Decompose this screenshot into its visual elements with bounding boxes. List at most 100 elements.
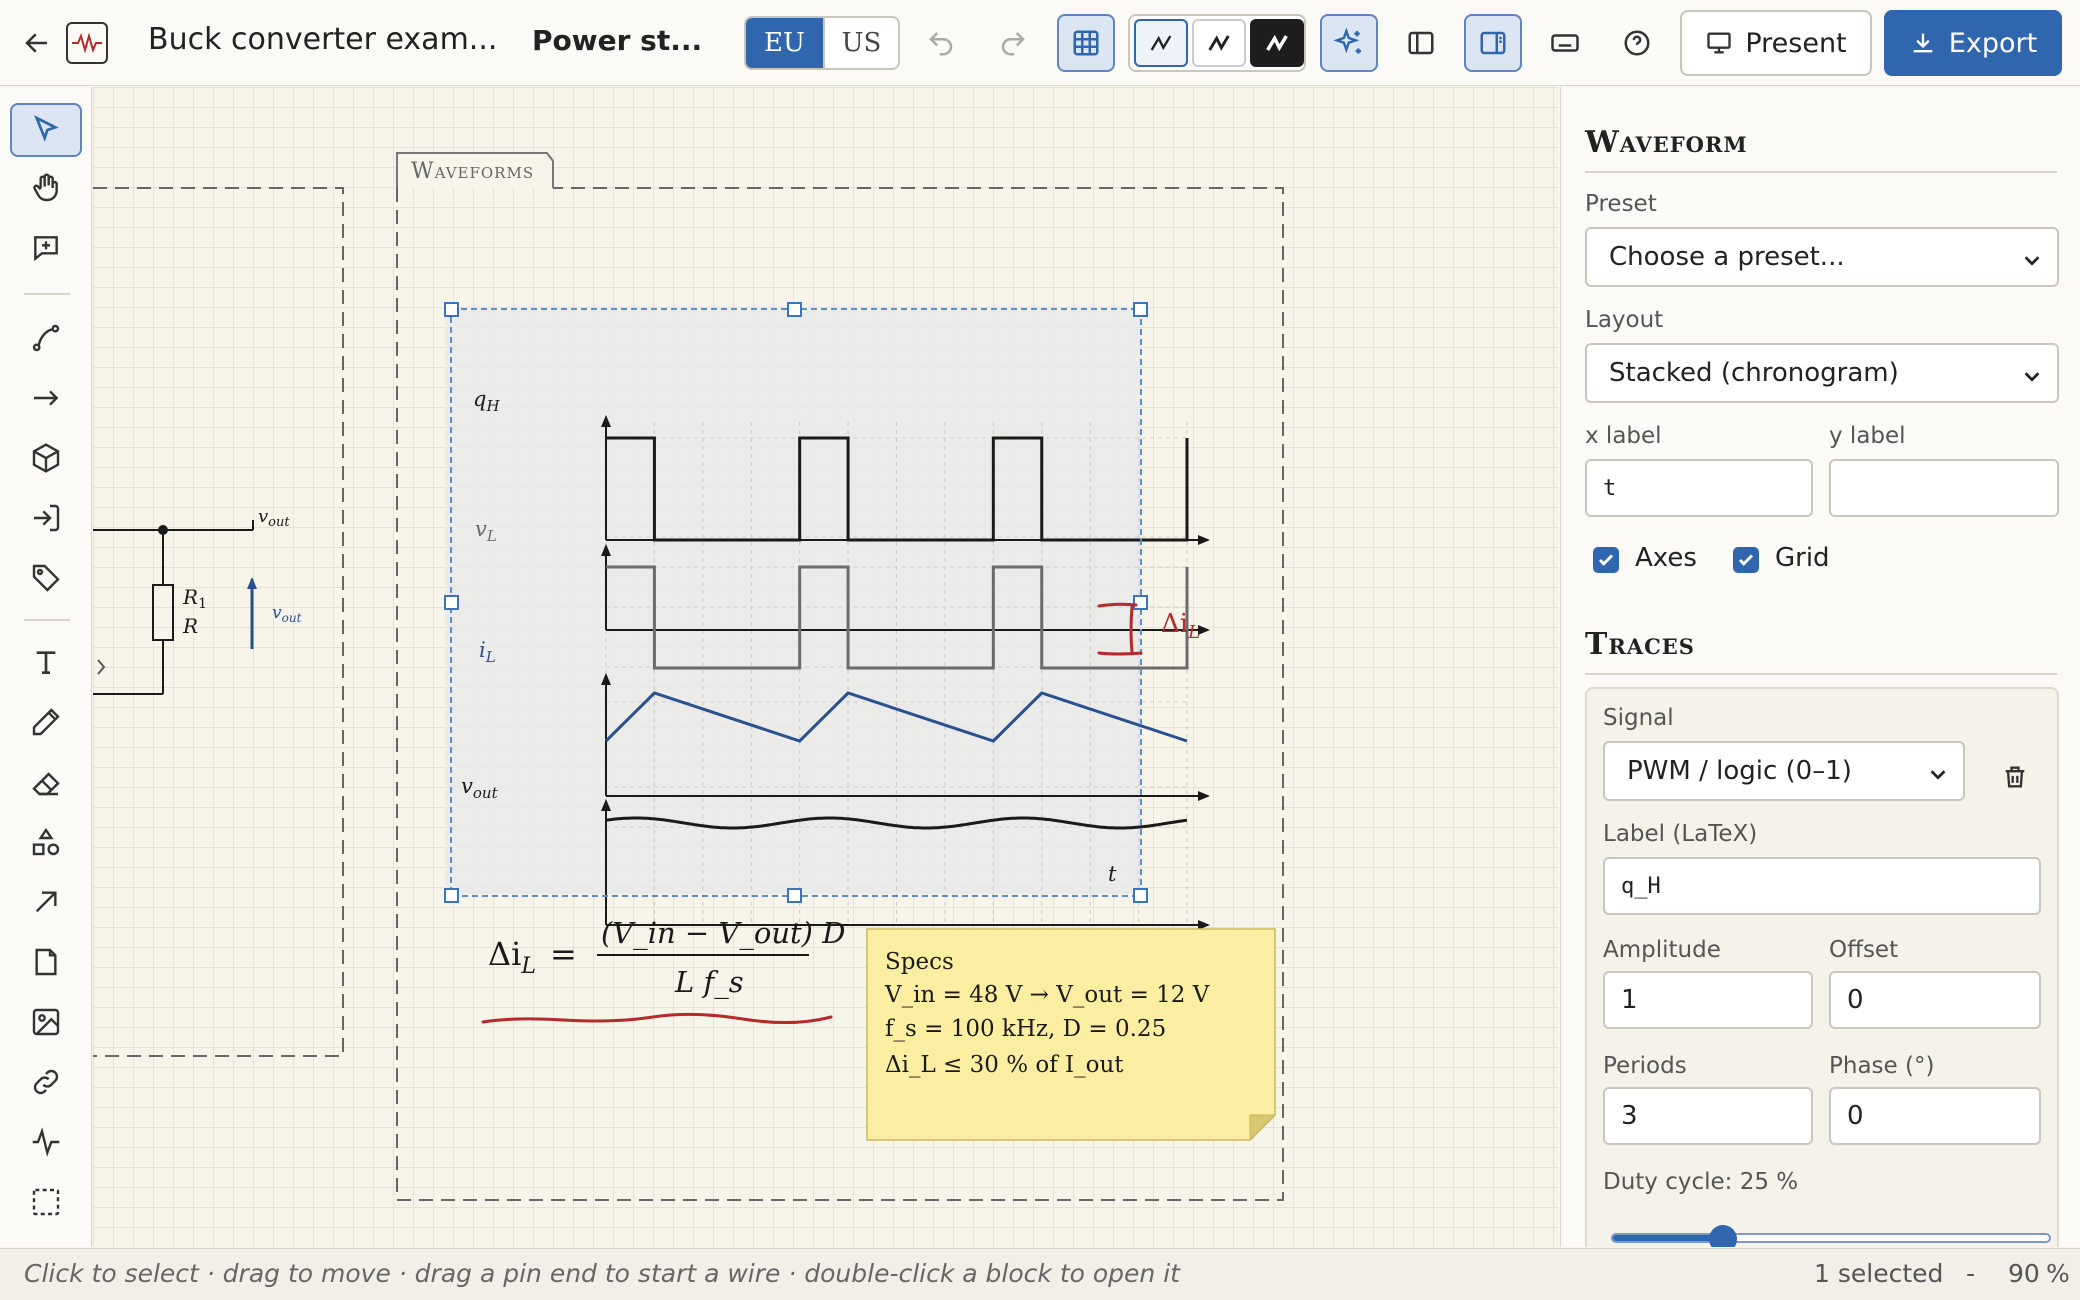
block-tool[interactable] <box>10 431 82 485</box>
resistor-symbol[interactable] <box>152 584 174 641</box>
zigzag-thin-icon <box>1150 35 1172 51</box>
zoom-out-button[interactable]: - <box>1966 1259 1975 1288</box>
right-panel-toggle-button[interactable] <box>1464 14 1522 72</box>
sidebar-left-icon <box>1408 31 1434 55</box>
app-logo <box>66 22 108 64</box>
wire-style-thin-button[interactable] <box>1134 19 1188 67</box>
resistor-label-2: R <box>182 614 198 638</box>
y-label-input[interactable] <box>1829 459 2059 517</box>
cursor-arrow-icon <box>34 115 59 142</box>
zoom-level[interactable]: 90 <box>2008 1259 2040 1288</box>
comment-tool[interactable] <box>10 221 82 275</box>
eraser-tool[interactable] <box>10 755 82 809</box>
redo-button[interactable] <box>986 16 1040 70</box>
resize-handle-e[interactable] <box>1133 595 1148 610</box>
expand-chevron-icon[interactable] <box>97 659 106 675</box>
circuit-frame[interactable] <box>93 187 344 1057</box>
chevron-down-icon <box>2024 372 2040 382</box>
layout-select[interactable]: Stacked (chronogram) <box>1585 343 2059 403</box>
select-tool[interactable] <box>10 103 82 157</box>
pen-tool[interactable] <box>10 695 82 749</box>
periods-label: Periods <box>1603 1053 1687 1079</box>
sticky-note-line-1: V_in = 48 V → V_out = 12 V <box>884 982 1210 1008</box>
dashed-square-icon <box>32 1188 60 1216</box>
offset-label: Offset <box>1829 937 1899 963</box>
ripple-annotation-label: ΔiL <box>1161 609 1200 643</box>
export-button[interactable]: Export <box>1884 10 2062 76</box>
grid-checkbox[interactable] <box>1733 547 1759 573</box>
left-panel-toggle-button[interactable] <box>1394 16 1448 70</box>
pencil-icon <box>32 708 60 736</box>
traces-section-title: Traces <box>1585 627 1695 662</box>
undo-button[interactable] <box>914 16 968 70</box>
text-tool[interactable] <box>10 635 82 689</box>
ai-assist-button[interactable] <box>1320 14 1378 72</box>
marquee-select-tool[interactable] <box>10 1175 82 1229</box>
x-label-input[interactable]: t <box>1585 459 1813 517</box>
sticky-note[interactable]: Specs V_in = 48 V → V_out = 12 V f_s = 1… <box>866 928 1277 1142</box>
section-divider <box>1585 673 2057 675</box>
shapes-tool[interactable] <box>10 815 82 869</box>
resize-handle-se[interactable] <box>1133 888 1148 903</box>
curve-icon <box>32 324 60 352</box>
present-button[interactable]: Present <box>1680 10 1872 76</box>
undo-icon <box>929 32 953 56</box>
note-tool[interactable] <box>10 935 82 989</box>
wire-tool[interactable] <box>10 311 82 365</box>
page-title[interactable]: Power st... <box>532 24 702 57</box>
periods-input[interactable]: 3 <box>1603 1087 1813 1145</box>
tag-icon <box>32 564 60 592</box>
pan-tool[interactable] <box>10 161 82 215</box>
chronogram-background[interactable] <box>445 309 1141 894</box>
resize-handle-s[interactable] <box>787 888 802 903</box>
preset-select[interactable]: Choose a preset... <box>1585 227 2059 287</box>
duty-cycle-slider[interactable] <box>1611 1225 2051 1247</box>
label-tool[interactable] <box>10 551 82 605</box>
layout-label: Layout <box>1585 307 1664 333</box>
sticky-note-icon <box>35 948 57 976</box>
axes-checkbox[interactable] <box>1593 547 1619 573</box>
offset-input[interactable]: 0 <box>1829 971 2041 1029</box>
duty-cycle-slider-thumb[interactable] <box>1709 1225 1737 1247</box>
ripple-formula[interactable]: ΔiL = (V_in − V_out) D L f_s <box>481 916 845 1025</box>
latex-label-input[interactable]: q_H <box>1603 857 2041 915</box>
delete-trace-button[interactable] <box>1991 753 2039 801</box>
grid-icon <box>1073 30 1099 56</box>
duty-cycle-label: Duty cycle: 25 % <box>1603 1169 1799 1195</box>
waveform-tool[interactable] <box>10 1115 82 1169</box>
line-arrow-tool[interactable] <box>10 875 82 929</box>
selection-count: 1 selected <box>1814 1259 1944 1288</box>
latex-label-label: Label (LaTeX) <box>1603 821 1758 847</box>
resize-handle-nw[interactable] <box>444 302 459 317</box>
zigzag-medium-icon <box>1208 35 1230 51</box>
amplitude-input[interactable]: 1 <box>1603 971 1813 1029</box>
activity-icon <box>32 1127 60 1157</box>
standard-us-option[interactable]: US <box>822 18 898 68</box>
phase-input[interactable]: 0 <box>1829 1087 2041 1145</box>
image-tool[interactable] <box>10 995 82 1049</box>
resize-handle-n[interactable] <box>787 302 802 317</box>
drawing-canvas[interactable]: vout R1 R vout Waveforms qH vL iL vout t <box>93 87 1558 1247</box>
document-title[interactable]: Buck converter exam... <box>148 22 497 57</box>
signal-select[interactable]: PWM / logic (0–1) <box>1603 741 1965 801</box>
port-tool[interactable] <box>10 491 82 545</box>
resize-handle-ne[interactable] <box>1133 302 1148 317</box>
link-tool[interactable] <box>10 1055 82 1109</box>
standard-eu-option[interactable]: EU <box>746 18 823 68</box>
check-icon <box>1598 554 1614 566</box>
export-label: Export <box>1948 27 2038 59</box>
grid-toggle-button[interactable] <box>1057 14 1115 72</box>
trash-icon <box>2005 766 2025 788</box>
resize-handle-w[interactable] <box>444 595 459 610</box>
help-button[interactable] <box>1610 16 1664 70</box>
wire-style-thick-button[interactable] <box>1250 19 1304 67</box>
wire-style-outline-button[interactable] <box>1192 19 1246 67</box>
section-divider <box>1585 171 2057 173</box>
back-button[interactable] <box>14 20 60 66</box>
arrow-connector-tool[interactable] <box>10 371 82 425</box>
sticky-note-line-3: Δi_L ≤ 30 % of I_out <box>885 1052 1124 1078</box>
resize-handle-sw[interactable] <box>444 888 459 903</box>
toolbar-divider <box>24 293 70 295</box>
circuit-fragment[interactable] <box>93 520 257 695</box>
keyboard-shortcuts-button[interactable] <box>1538 16 1592 70</box>
